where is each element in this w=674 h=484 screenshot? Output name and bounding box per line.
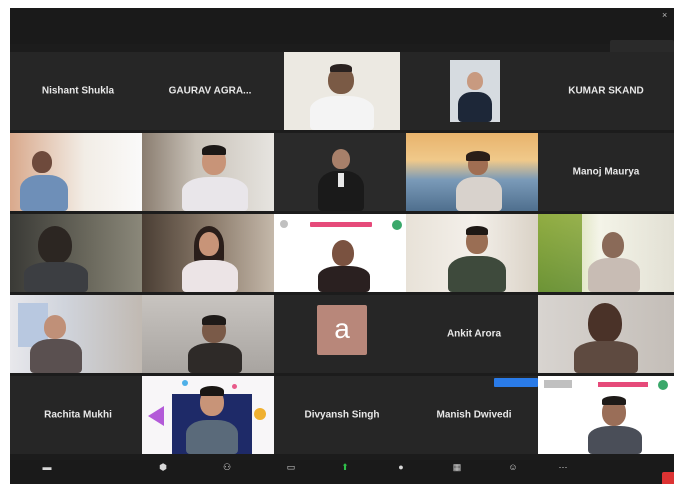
video-feed — [10, 214, 146, 292]
toolbar-breakout-rooms-button[interactable]: ▦ — [440, 463, 474, 483]
participant-name: Rachita Mukhi — [44, 409, 112, 421]
security-icon: ⬢ — [159, 462, 167, 472]
active-speaker-tile[interactable] — [274, 214, 410, 292]
participant-name: Divyansh Singh — [304, 409, 380, 421]
participant-tile-kumar-skand[interactable]: KUMAR SKAND — [538, 52, 674, 130]
participant-tile-rachita-mukhi[interactable]: Rachita Mukhi — [10, 376, 146, 454]
participant-video-tile[interactable] — [274, 133, 410, 211]
toolbar-reactions-button[interactable]: ☺ — [496, 463, 530, 483]
top-bar: × — [10, 8, 674, 44]
toolbar-chat-button[interactable]: ▭ — [274, 463, 308, 483]
record-icon: ● — [398, 462, 404, 472]
toolbar-more-button[interactable]: ⋯ — [546, 463, 580, 483]
participant-video-tile[interactable] — [538, 376, 674, 454]
participant-tile-ankit-arora[interactable]: Ankit Arora — [406, 295, 542, 373]
participants-icon: ⚇ — [222, 462, 232, 472]
toolbar-video-button[interactable]: ▬ — [30, 463, 64, 483]
participant-tile-avatar[interactable]: a — [274, 295, 410, 373]
video-feed — [10, 133, 146, 211]
toolbar-security-button[interactable]: ⬢ — [146, 463, 180, 483]
participant-name: Nishant Shukla — [41, 85, 115, 97]
participant-video-tile[interactable] — [274, 52, 410, 130]
end-meeting-button[interactable] — [662, 472, 674, 484]
participant-video-tile[interactable] — [406, 214, 542, 292]
more-icon: ⋯ — [558, 462, 568, 472]
video-feed — [274, 214, 410, 292]
participant-name: Ankit Arora — [446, 328, 502, 340]
video-feed — [284, 52, 400, 130]
video-camera-icon: ▬ — [42, 462, 52, 472]
participant-video-tile[interactable] — [142, 295, 278, 373]
toolbar-record-button[interactable]: ● — [384, 463, 418, 483]
gallery-grid: Nishant Shukla GAURAV AGRA... KUMAR SKAN… — [10, 52, 674, 454]
video-feed — [142, 295, 278, 373]
video-feed — [274, 133, 410, 211]
participant-name: Manoj Maurya — [572, 166, 640, 178]
participant-video-tile[interactable] — [538, 295, 674, 373]
participant-tile-divyansh-singh[interactable]: Divyansh Singh — [274, 376, 410, 454]
zoom-meeting-window: × Nishant Shukla GAURAV AGRA... KUMAR SK… — [10, 8, 674, 484]
participant-video-tile[interactable] — [406, 52, 542, 130]
close-icon[interactable]: × — [662, 11, 670, 20]
video-feed — [450, 60, 500, 122]
participant-name: GAURAV AGRA... — [168, 85, 252, 97]
video-feed — [10, 295, 146, 373]
chat-icon: ▭ — [286, 462, 296, 472]
participant-video-tile[interactable] — [406, 133, 542, 211]
video-feed — [538, 376, 674, 454]
toolbar-share-screen-button[interactable]: ⬆ — [328, 463, 362, 483]
avatar: a — [317, 305, 367, 355]
video-feed — [142, 133, 278, 211]
share-screen-icon: ⬆ — [341, 462, 349, 472]
participant-tile-manish-dwivedi[interactable]: Manish Dwivedi — [406, 376, 542, 454]
toolbar-participants-button[interactable]: ⚇ — [210, 463, 244, 483]
reactions-icon: ☺ — [508, 462, 518, 472]
participant-video-tile[interactable] — [10, 214, 146, 292]
video-feed — [538, 295, 674, 373]
participant-tile-gaurav-agra[interactable]: GAURAV AGRA... — [142, 52, 278, 130]
video-feed — [406, 214, 542, 292]
video-feed — [142, 376, 278, 454]
participant-video-tile[interactable] — [142, 214, 278, 292]
status-badge — [494, 378, 538, 387]
meeting-toolbar: ▬ ⬢ ⚇ ▭ ⬆ ● ▦ ☺ ⋯ — [10, 460, 674, 484]
participant-video-tile[interactable] — [10, 295, 146, 373]
video-feed — [406, 133, 542, 211]
participant-tile-manoj-maurya[interactable]: Manoj Maurya — [538, 133, 674, 211]
breakout-rooms-icon: ▦ — [452, 462, 462, 472]
participant-name: KUMAR SKAND — [568, 85, 644, 97]
participant-video-tile[interactable] — [142, 133, 278, 211]
participant-name: Manish Dwivedi — [436, 409, 512, 421]
participant-video-tile[interactable] — [10, 133, 146, 211]
video-feed — [538, 214, 674, 292]
participant-video-tile[interactable] — [538, 214, 674, 292]
participant-video-tile[interactable] — [142, 376, 278, 454]
participant-tile-nishant-shukla[interactable]: Nishant Shukla — [10, 52, 146, 130]
video-feed — [142, 214, 278, 292]
